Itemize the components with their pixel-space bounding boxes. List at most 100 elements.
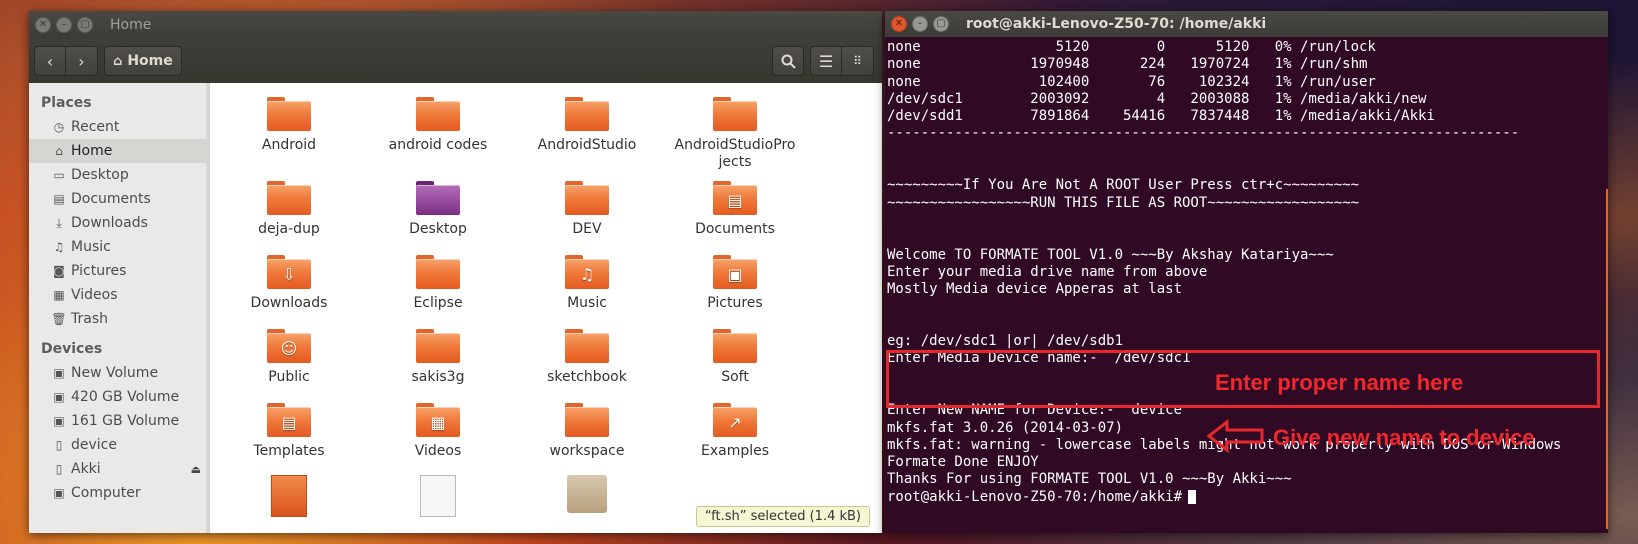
sidebar-item-label: Home — [71, 143, 113, 159]
terminal-scrollbar[interactable] — [1606, 189, 1608, 529]
minimize-icon[interactable]: – — [912, 16, 928, 32]
sidebar-item-label: 420 GB Volume — [71, 389, 180, 405]
file-item-music[interactable]: ♫ Music — [512, 255, 662, 312]
sidebar-item-music[interactable]: ♫ Music — [29, 235, 209, 259]
maximize-icon[interactable]: ▢ — [77, 17, 93, 33]
folder-icon — [267, 181, 311, 215]
sidebar-item-computer[interactable]: ▣ Computer — [29, 481, 209, 505]
grid-view-button[interactable]: ⠿ — [842, 46, 874, 76]
terminal-line: none 1970948 224 1970724 1% /run/shm — [887, 56, 1368, 73]
selection-status: “ft.sh” selected (1.4 kB) — [695, 506, 870, 527]
folder-icon — [416, 255, 460, 289]
file-name: sakis3g — [411, 369, 465, 385]
search-button[interactable] — [772, 46, 804, 76]
file-item-deja-dup[interactable]: deja-dup — [214, 181, 364, 238]
folder-icon — [565, 181, 609, 215]
file-name: Videos — [414, 443, 462, 459]
terminal-window: ✕ – ▢ root@akki-Lenovo-Z50-70: /home/akk… — [885, 11, 1608, 533]
folder-icon: ☺ — [267, 329, 311, 363]
file-name: Soft — [721, 369, 749, 385]
file-manager-titlebar[interactable]: ✕ – ▢ Home — [29, 11, 882, 39]
sidebar-item-label: Videos — [71, 287, 118, 303]
folder-icon: ▤ — [267, 403, 311, 437]
file-item-android-codes[interactable]: android codes — [363, 97, 513, 154]
devices-heading: Devices — [41, 341, 103, 357]
sidebar-item-pictures[interactable]: ◙ Pictures — [29, 259, 209, 283]
file-item-videos[interactable]: ▦ Videos — [363, 403, 513, 460]
terminal-line: root@akki-Lenovo-Z50-70:/home/akki# — [887, 489, 1608, 506]
grid-icon: ⠿ — [853, 54, 862, 68]
folder-icon — [416, 97, 460, 131]
close-icon[interactable]: ✕ — [891, 16, 907, 32]
file-item-dev[interactable]: DEV — [512, 181, 662, 238]
sidebar-item-label: Trash — [71, 311, 108, 327]
eject-icon[interactable]: ⏏ — [191, 463, 201, 476]
file-manager-toolbar: ‹ › ⌂ Home ☰ ⠿ — [29, 39, 882, 83]
music-icon: ♫ — [53, 240, 65, 254]
terminal-titlebar[interactable]: ✕ – ▢ root@akki-Lenovo-Z50-70: /home/akk… — [885, 11, 1608, 37]
file-item-soft[interactable]: Soft — [660, 329, 810, 386]
chevron-left-icon: ‹ — [46, 51, 54, 71]
sidebar-item-device[interactable]: ▯ device — [29, 433, 209, 457]
minimize-icon[interactable]: – — [56, 17, 72, 33]
forward-button[interactable]: › — [66, 46, 98, 76]
annotation-give-new-name: Give new name to device — [1273, 425, 1535, 450]
file-item-templates[interactable]: ▤ Templates — [214, 403, 364, 460]
text-file-icon — [271, 475, 307, 517]
file-item-examples[interactable]: ↗ Examples — [660, 403, 810, 460]
file-item-desktop[interactable]: Desktop — [363, 181, 513, 238]
folder-icon — [713, 329, 757, 363]
file-item-text[interactable] — [214, 475, 364, 517]
file-item-package[interactable] — [512, 475, 662, 513]
close-icon[interactable]: ✕ — [35, 17, 51, 33]
file-item-sakis3g[interactable]: sakis3g — [363, 329, 513, 386]
sidebar-item-new-volume[interactable]: ▣ New Volume — [29, 361, 209, 385]
sidebar-item-downloads[interactable]: ⤓ Downloads — [29, 211, 209, 235]
sidebar-item-documents[interactable]: ▤ Documents — [29, 187, 209, 211]
sidebar-item-desktop[interactable]: ▭ Desktop — [29, 163, 209, 187]
sidebar-item-trash[interactable]: 🗑 Trash — [29, 307, 209, 331]
file-name: Examples — [700, 443, 770, 459]
sidebar-item-label: New Volume — [71, 365, 159, 381]
sidebar-item-label: Documents — [71, 191, 151, 207]
home-icon: ⌂ — [113, 53, 123, 69]
sidebar-scrollbar[interactable] — [206, 83, 209, 533]
breadcrumb-home[interactable]: ⌂ Home — [104, 46, 182, 76]
sidebar-item-161-gb-volume[interactable]: ▣ 161 GB Volume — [29, 409, 209, 433]
back-button[interactable]: ‹ — [34, 46, 66, 76]
file-item-public[interactable]: ☺ Public — [214, 329, 364, 386]
sidebar-item-akki[interactable]: ▯ Akki ⏏ — [29, 457, 209, 481]
file-item-eclipse[interactable]: Eclipse — [363, 255, 513, 312]
sidebar-item-home[interactable]: ⌂ Home — [29, 139, 209, 163]
breadcrumb-label: Home — [127, 53, 173, 69]
terminal-line: /dev/sdc1 2003092 4 2003088 1% /media/ak… — [887, 90, 1427, 107]
file-item-workspace[interactable]: workspace — [512, 403, 662, 460]
search-icon — [781, 54, 796, 69]
file-item-android[interactable]: Android — [214, 97, 364, 154]
sidebar-item-recent[interactable]: ◷ Recent — [29, 115, 209, 139]
sidebar-item-label: Recent — [71, 119, 120, 135]
file-item-androidstudio[interactable]: AndroidStudio — [512, 97, 662, 154]
file-item-pictures[interactable]: ▣ Pictures — [660, 255, 810, 312]
sidebar-item-videos[interactable]: ▦ Videos — [29, 283, 209, 307]
sidebar-item-label: 161 GB Volume — [71, 413, 180, 429]
file-item-downloads[interactable]: ⇩ Downloads — [214, 255, 364, 312]
file-item-documents[interactable]: ▤ Documents — [660, 181, 810, 238]
chevron-right-icon: › — [78, 51, 85, 71]
terminal-output[interactable]: Enter proper name here Give new name to … — [885, 39, 1608, 533]
file-item-script[interactable] — [363, 475, 513, 517]
file-item-sketchbook[interactable]: sketchbook — [512, 329, 662, 386]
file-name: Pictures — [707, 295, 763, 311]
list-view-button[interactable]: ☰ — [810, 46, 842, 76]
file-item-androidstudioprojects[interactable]: AndroidStudioProjects — [660, 97, 810, 171]
sidebar-item-420-gb-volume[interactable]: ▣ 420 GB Volume — [29, 385, 209, 409]
maximize-icon[interactable]: ▢ — [933, 16, 949, 32]
file-name: Music — [567, 295, 607, 311]
file-name: AndroidStudioProjects — [674, 137, 796, 170]
download-icon: ⤓ — [56, 215, 62, 230]
terminal-line: Formate Done ENJOY — [887, 454, 1039, 471]
terminal-line: Enter your media drive name from above — [887, 263, 1208, 280]
drive-icon: ▣ — [53, 390, 65, 404]
